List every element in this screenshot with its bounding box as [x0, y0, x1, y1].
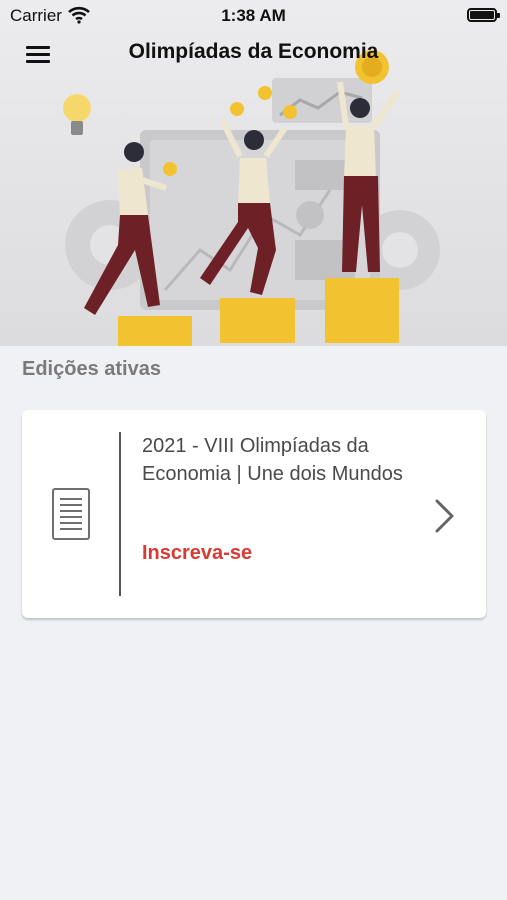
battery-icon [467, 8, 500, 22]
edition-card[interactable]: 2021 - VIII Olimpíadas da Economia | Une… [22, 410, 486, 618]
section-title: Edições ativas [22, 358, 161, 380]
status-time: 1:38 AM [221, 6, 286, 25]
page-title: Olimpíadas da Economia [128, 40, 379, 63]
register-link[interactable]: Inscreva-se [142, 542, 252, 565]
chevron-right-icon[interactable] [434, 498, 456, 534]
edition-title: 2021 - VIII Olimpíadas da Economia | Une… [142, 435, 403, 485]
document-icon [52, 488, 90, 540]
card-divider [119, 432, 121, 596]
status-bar: Carrier 1:38 AM [0, 0, 507, 30]
